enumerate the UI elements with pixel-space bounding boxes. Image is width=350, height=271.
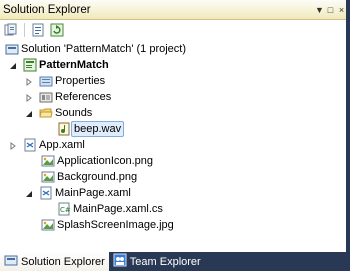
audio-file-icon [56, 121, 72, 137]
xaml-file-icon [38, 185, 54, 201]
team-explorer-icon [113, 253, 127, 270]
expanded-arrow-icon[interactable] [24, 189, 33, 198]
tab-team-explorer[interactable]: Team Explorer [109, 252, 205, 271]
tree-label: Solution 'PatternMatch' (1 project) [21, 43, 186, 55]
tree-row-splash-image[interactable]: SplashScreenImage.jpg [0, 217, 340, 233]
tree-label: beep.wav [71, 121, 125, 137]
expanded-arrow-icon[interactable] [8, 61, 17, 70]
tree-row-beep-wav[interactable]: beep.wav [0, 121, 340, 137]
tree-label: SplashScreenImage.jpg [57, 219, 174, 231]
svg-text:C#: C# [60, 206, 71, 214]
dropdown-arrow-icon[interactable]: ▼ [315, 5, 324, 15]
tree-label: PatternMatch [39, 59, 109, 71]
panel-title: Solution Explorer [3, 3, 91, 16]
tree-row-solution[interactable]: Solution 'PatternMatch' (1 project) [0, 41, 340, 57]
collapsed-arrow-icon[interactable] [24, 77, 33, 86]
tree-label: References [55, 91, 112, 103]
toolbar [0, 20, 346, 40]
title-controls: ▼ □ × [315, 0, 346, 19]
solution-explorer-icon [4, 253, 18, 270]
panel-title-bar[interactable]: Solution Explorer ▼ □ × [0, 0, 346, 20]
tree-row-background[interactable]: Background.png [0, 169, 340, 185]
project-icon [22, 57, 38, 73]
xaml-file-icon [22, 137, 38, 153]
tree-label: Background.png [57, 171, 138, 183]
expanded-arrow-icon[interactable] [24, 109, 33, 118]
folder-icon [38, 105, 54, 121]
references-icon [38, 89, 54, 105]
properties-folder-icon [38, 73, 54, 89]
properties-icon[interactable] [30, 22, 46, 38]
refresh-icon[interactable] [49, 22, 65, 38]
tree-label: MainPage.xaml.cs [73, 203, 163, 215]
tree-label: App.xaml [39, 139, 85, 151]
toolbar-separator [24, 23, 25, 37]
tab-label: Solution Explorer [21, 255, 105, 268]
collapsed-arrow-icon[interactable] [8, 141, 17, 150]
tree-row-sounds[interactable]: Sounds [0, 105, 340, 121]
tree-label: MainPage.xaml [55, 187, 131, 199]
tab-label: Team Explorer [129, 255, 201, 268]
tree-label: ApplicationIcon.png [57, 155, 154, 167]
show-all-files-icon[interactable] [3, 22, 19, 38]
tree-label: Properties [55, 75, 106, 87]
cs-file-icon: C# [56, 201, 72, 217]
solution-explorer-panel: Solution Explorer ▼ □ × Solution 'Patter… [0, 0, 346, 271]
image-file-icon [40, 169, 56, 185]
image-file-icon [40, 153, 56, 169]
tree-row-app-xaml[interactable]: App.xaml [0, 137, 340, 153]
tree-row-properties[interactable]: Properties [0, 73, 340, 89]
image-file-icon [40, 217, 56, 233]
tree-row-references[interactable]: References [0, 89, 340, 105]
close-icon[interactable]: × [337, 5, 346, 15]
maximize-icon[interactable]: □ [326, 5, 335, 15]
tree-row-application-icon[interactable]: ApplicationIcon.png [0, 153, 340, 169]
tab-solution-explorer[interactable]: Solution Explorer [0, 252, 109, 271]
solution-icon [4, 41, 20, 57]
collapsed-arrow-icon[interactable] [24, 93, 33, 102]
tree-row-mainpage-cs[interactable]: C# MainPage.xaml.cs [0, 201, 340, 217]
tree-row-project[interactable]: PatternMatch [0, 57, 340, 73]
tree-row-mainpage-xaml[interactable]: MainPage.xaml [0, 185, 340, 201]
tree-label: Sounds [55, 107, 93, 119]
bottom-tab-strip: Solution Explorer Team Explorer [0, 252, 350, 271]
